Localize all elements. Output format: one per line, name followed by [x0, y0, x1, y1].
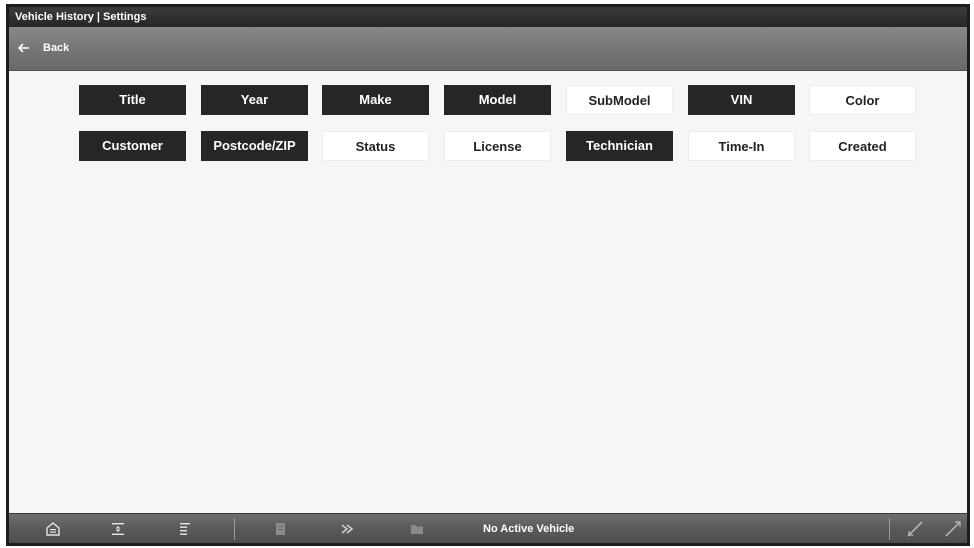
field-toggle-created[interactable]: Created	[809, 131, 916, 161]
field-toggle-year[interactable]: Year	[201, 85, 308, 115]
scroll-up-down-icon[interactable]	[110, 521, 126, 537]
app-window: Vehicle History | Settings Back Title Ye…	[6, 4, 970, 546]
settings-content: Title Year Make Model SubModel VIN Color…	[9, 71, 967, 513]
window-title: Vehicle History | Settings	[9, 7, 967, 27]
field-toggle-technician[interactable]: Technician	[566, 131, 673, 161]
field-toggle-time-in[interactable]: Time-In	[688, 131, 795, 161]
back-label: Back	[43, 42, 70, 54]
data-list-icon[interactable]	[273, 521, 289, 537]
toolbar-divider	[889, 518, 890, 540]
toolbar-divider	[234, 518, 235, 540]
navigation-bar: Back	[9, 27, 967, 71]
field-toggle-customer[interactable]: Customer	[79, 131, 186, 161]
field-toggle-title[interactable]: Title	[79, 85, 186, 115]
field-toggle-license[interactable]: License	[444, 131, 551, 161]
field-toggle-submodel[interactable]: SubModel	[566, 85, 673, 115]
vehicle-status: No Active Vehicle	[483, 523, 575, 535]
field-toggle-status[interactable]: Status	[322, 131, 429, 161]
bottom-toolbar: No Active Vehicle	[9, 513, 967, 543]
field-toggle-make[interactable]: Make	[322, 85, 429, 115]
settings-icon[interactable]	[943, 519, 963, 539]
list-view-icon[interactable]	[177, 521, 193, 537]
back-button[interactable]: Back	[17, 37, 69, 59]
folder-icon[interactable]	[409, 521, 425, 537]
field-toggle-color[interactable]: Color	[809, 85, 916, 115]
field-toggle-vin[interactable]: VIN	[688, 85, 795, 115]
back-arrow-icon	[17, 43, 29, 53]
zoom-icon[interactable]	[905, 519, 925, 539]
shortcut-icon[interactable]	[340, 521, 356, 537]
home-icon[interactable]	[45, 521, 61, 537]
field-toggle-model[interactable]: Model	[444, 85, 551, 115]
field-toggle-postcode-zip[interactable]: Postcode/ZIP	[201, 131, 308, 161]
